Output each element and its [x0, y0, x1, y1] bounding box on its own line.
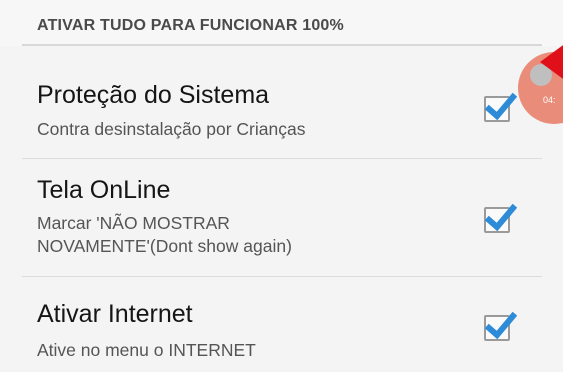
bubble-label: 04:	[543, 95, 556, 105]
screen-online-checkbox[interactable]	[484, 203, 517, 233]
pref-item-screen-online[interactable]: Tela OnLine Marcar 'NÃO MOSTRAR NOVAMENT…	[0, 159, 563, 276]
pref-summary-line-2: NOVAMENTE'(Dont show again)	[37, 236, 292, 256]
checkmark-icon	[484, 311, 517, 340]
section-header: ATIVAR TUDO PARA FUNCIONAR 100%	[0, 0, 563, 46]
pref-title: Ativar Internet	[37, 300, 193, 328]
checkmark-icon	[484, 92, 517, 121]
pref-summary-line-1: Marcar 'NÃO MOSTRAR	[37, 213, 230, 233]
pref-title: Tela OnLine	[37, 176, 171, 204]
checkmark-icon	[484, 203, 517, 232]
section-header-label: ATIVAR TUDO PARA FUNCIONAR 100%	[37, 17, 344, 34]
system-protection-checkbox[interactable]	[484, 92, 517, 122]
pref-summary: Contra desinstalação por Crianças	[37, 119, 306, 139]
pref-title: Proteção do Sistema	[37, 81, 270, 109]
red-arrow-pointer-icon	[540, 40, 563, 84]
pref-item-system-protection[interactable]: Proteção do Sistema Contra desinstalação…	[0, 46, 563, 158]
pref-summary: Ative no menu o INTERNET	[37, 340, 256, 360]
pref-item-enable-internet[interactable]: Ativar Internet Ative no menu o INTERNET	[0, 277, 563, 372]
enable-internet-checkbox[interactable]	[484, 311, 517, 341]
settings-screen: ATIVAR TUDO PARA FUNCIONAR 100% Proteção…	[0, 0, 563, 372]
